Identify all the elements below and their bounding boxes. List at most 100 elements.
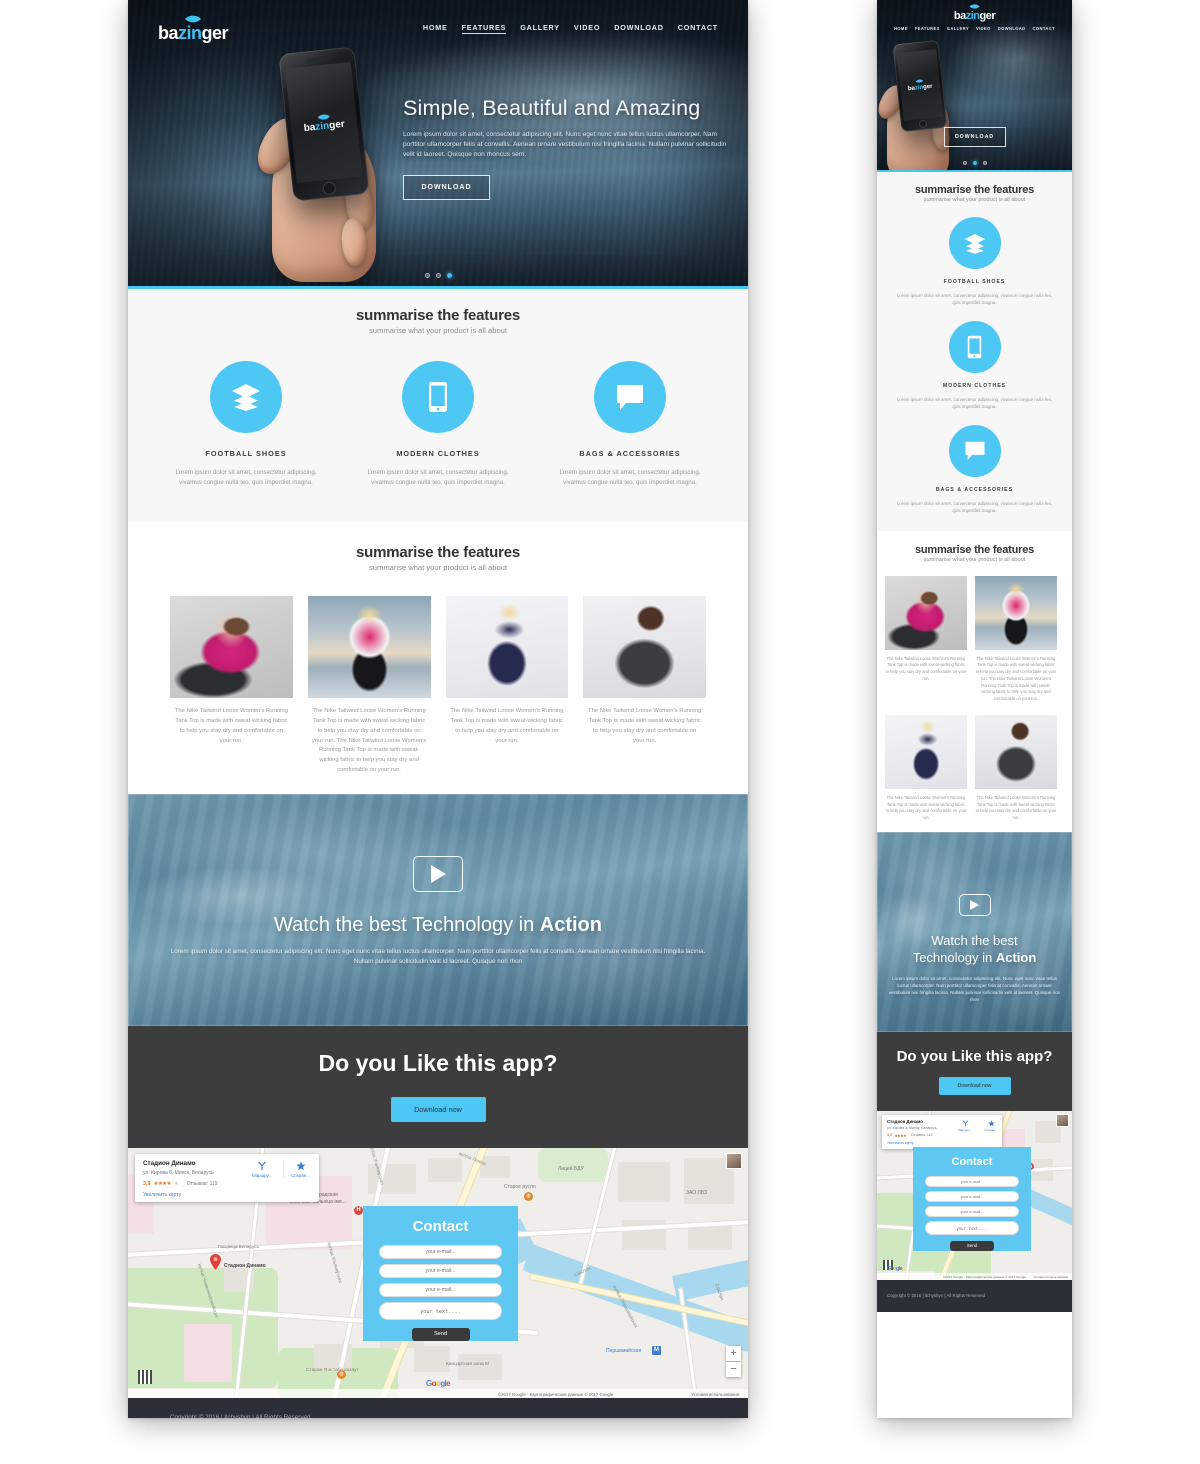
mobile-video-paragraph: Lorem ipsum dolor sit amet, consectetur …: [888, 975, 1061, 1003]
map-zoom-out-button[interactable]: −: [726, 1361, 741, 1377]
hero-copy: Simple, Beautiful and Amazing Lorem ipsu…: [403, 96, 733, 200]
mobile-gallery-image-1[interactable]: [885, 575, 967, 650]
mobile-contact-form[interactable]: Contact Send: [913, 1146, 1031, 1251]
mobile-contact-email-field-2[interactable]: [925, 1190, 1019, 1202]
map-action-save[interactable]: Сохран...: [283, 1160, 313, 1178]
mobile-contact-email-field-3[interactable]: [925, 1205, 1019, 1217]
mobile-map-enlarge-link[interactable]: Увеличить карту: [887, 1141, 997, 1145]
map-block: [184, 1323, 232, 1382]
mobile-map-action-directions[interactable]: Маршру...: [954, 1120, 976, 1132]
phone-screen: bazinger: [896, 49, 944, 121]
video-section: Watch the best Technology in Action Lore…: [128, 793, 748, 1026]
gallery-image-4[interactable]: [583, 596, 706, 699]
slider-dot-2[interactable]: [435, 273, 441, 278]
video-play-button[interactable]: [413, 855, 463, 892]
gallery-item[interactable]: The Nike Tailwind Loose Women's Running …: [170, 596, 293, 746]
mobile-map-info-card[interactable]: Стадион Динамо ул. Кирова 8, Минск, Бела…: [882, 1114, 1002, 1149]
mobile-contact-message-field[interactable]: [925, 1220, 1019, 1235]
slider-dot-1[interactable]: [424, 273, 430, 278]
mobile-map-section[interactable]: 3-я гарадская бальніца Стадион Динамо ул…: [877, 1110, 1072, 1280]
gallery-item[interactable]: The Nike Tailwind Loose Women's Running …: [583, 596, 706, 746]
mobile-feature-card-football-shoes[interactable]: FOOTBALL SHOES Lorem ipsum dolor sit ame…: [877, 217, 1072, 307]
mobile-contact-title: Contact: [951, 1155, 993, 1168]
mobile-gallery-item[interactable]: The Nike Tailwind Loose Women's Running …: [885, 714, 967, 822]
map-label: ЗАО ЛВЗ: [686, 1189, 707, 1196]
contact-form[interactable]: Contact Send: [363, 1205, 518, 1341]
mobile-slider-dot-3[interactable]: [982, 161, 987, 165]
mobile-map-action-save[interactable]: Сохран...: [980, 1120, 1002, 1132]
mobile-map-rating-value: 3,9: [887, 1133, 893, 1138]
contact-email-field-2[interactable]: [379, 1263, 502, 1278]
nav-item-download[interactable]: DOWNLOAD: [614, 23, 664, 34]
mobile-gallery-caption: The Nike Tailwind Loose Women's Running …: [975, 655, 1057, 702]
contact-email-field-3[interactable]: [379, 1282, 502, 1297]
map-enlarge-link[interactable]: Увеличить карту: [143, 1192, 311, 1198]
brand-logo[interactable]: bazinger: [158, 15, 229, 42]
mobile-gallery-item[interactable]: The Nike Tailwind Loose Women's Running …: [975, 714, 1057, 822]
map-label: Лицей БДУ: [558, 1165, 584, 1172]
mobile-feature-card-modern-clothes[interactable]: MODERN CLOTHES Lorem ipsum dolor sit ame…: [877, 320, 1072, 411]
feature-card-modern-clothes[interactable]: MODERN CLOTHES Lorem ipsum dolor sit ame…: [342, 361, 534, 488]
mobile-video-play-button[interactable]: [958, 893, 991, 916]
poi-marker-icon: ◍: [524, 1191, 533, 1201]
feature-card-bags-accessories[interactable]: BAGS & ACCESSORIES Lorem ipsum dolor sit…: [534, 361, 726, 488]
mobile-nav-item-download[interactable]: DOWNLOAD: [998, 26, 1026, 31]
poi-marker-icon: ◍: [337, 1369, 346, 1379]
gallery-item[interactable]: The Nike Tailwind Loose Women's Running …: [307, 596, 431, 775]
mobile-gallery-image-2[interactable]: [975, 575, 1057, 650]
mobile-logo-ger: ger: [979, 10, 996, 22]
mobile-map-terms-link[interactable]: Условия использования: [1034, 1275, 1068, 1279]
map-section[interactable]: Лицей БДУ 3-я гарадская клінічная бальні…: [128, 1147, 748, 1398]
hero-download-button[interactable]: DOWNLOAD: [403, 174, 490, 200]
gallery-image-3[interactable]: [445, 596, 569, 699]
mobile-map-rating-row: 3,9 ★★★★ Отзывов: 119: [887, 1133, 997, 1138]
mobile-cta-download-button[interactable]: Download now: [938, 1076, 1011, 1095]
mobile-contact-email-field-1[interactable]: [925, 1175, 1019, 1187]
map-info-card[interactable]: Стадион Динамо ул. Кирова 8, Минск, Бела…: [135, 1153, 319, 1202]
nav-item-home[interactable]: HOME: [423, 23, 448, 34]
gallery-image-1[interactable]: [170, 596, 293, 699]
nav-item-features[interactable]: FEATURES: [461, 23, 507, 34]
wifi-icon: [969, 4, 980, 9]
play-icon: [430, 864, 446, 883]
mobile-brand-logo[interactable]: bazinger: [877, 4, 1072, 22]
mobile-slider-dot-1[interactable]: [962, 161, 967, 165]
street-view-thumbnail[interactable]: [727, 1153, 741, 1168]
mobile-nav-item-contact[interactable]: CONTACT: [1033, 26, 1056, 31]
mobile-nav-item-video[interactable]: VIDEO: [976, 26, 991, 31]
mobile-footer-copyright: Copyright © 2016 | Ilchyshyn | All Right…: [887, 1293, 986, 1299]
mobile-phone-device: bazinger: [892, 39, 948, 133]
gallery-image-2[interactable]: [307, 596, 431, 699]
mobile-gallery-item[interactable]: The Nike Tailwind Loose Women's Running …: [975, 575, 1057, 703]
nav-item-video[interactable]: VIDEO: [574, 23, 600, 34]
slider-dot-3[interactable]: [446, 273, 452, 278]
map-terms-link[interactable]: Условия использования: [691, 1392, 739, 1397]
screenshot-stage: bazinger bazinger HOME FEATURES GALLERY …: [0, 0, 1200, 1464]
mobile-gallery-item[interactable]: The Nike Tailwind Loose Women's Running …: [885, 575, 967, 703]
contact-message-field[interactable]: [379, 1301, 502, 1320]
gallery-header: summarise the features summarise what yo…: [128, 544, 748, 572]
gallery-item[interactable]: The Nike Tailwind Loose Women's Running …: [445, 596, 569, 746]
map-marker-stadium[interactable]: [210, 1253, 221, 1275]
nav-item-gallery[interactable]: GALLERY: [520, 23, 560, 34]
map-action-directions[interactable]: Маршру...: [247, 1161, 277, 1178]
mobile-nav-item-gallery[interactable]: GALLERY: [947, 26, 969, 31]
mobile-gallery-image-4[interactable]: [975, 714, 1057, 789]
nav-item-contact[interactable]: CONTACT: [678, 23, 718, 34]
map-review-count: Отзывов: 119: [186, 1180, 218, 1187]
mobile-gallery-image-3[interactable]: [885, 714, 967, 789]
cta-download-button[interactable]: Download now: [390, 1096, 486, 1122]
mobile-cta-section: Do you Like this app? Download now: [877, 1031, 1072, 1111]
contact-send-button[interactable]: Send: [411, 1327, 470, 1341]
map-zoom-in-button[interactable]: +: [726, 1345, 741, 1361]
contact-email-field-1[interactable]: [379, 1244, 502, 1259]
mobile-slider-dot-2[interactable]: [972, 161, 977, 165]
mobile-nav-item-features[interactable]: FEATURES: [915, 26, 940, 31]
feature-card-football-shoes[interactable]: FOOTBALL SHOES Lorem ipsum dolor sit ame…: [150, 361, 342, 488]
mobile-hero-download-button[interactable]: DOWNLOAD: [943, 127, 1006, 147]
phone-speaker: [307, 57, 328, 62]
mobile-street-view-thumbnail[interactable]: [1057, 1114, 1068, 1126]
mobile-nav-item-home[interactable]: HOME: [894, 26, 908, 31]
mobile-contact-send-button[interactable]: Send: [950, 1240, 994, 1251]
mobile-feature-card-bags-accessories[interactable]: BAGS & ACCESSORIES Lorem ipsum dolor sit…: [877, 424, 1072, 515]
